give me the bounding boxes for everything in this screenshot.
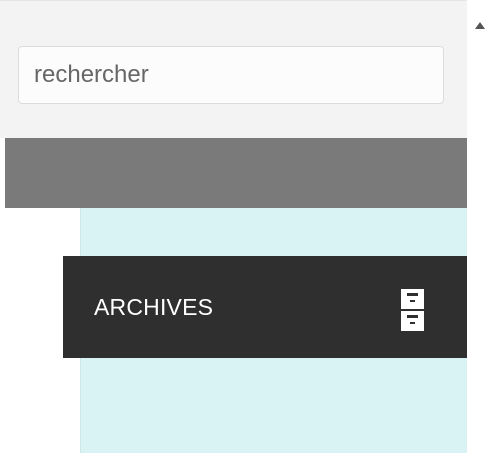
header-bar [5, 138, 467, 208]
archive-cabinet-icon [400, 288, 425, 332]
scrollbar[interactable] [467, 0, 495, 453]
page-viewport: ARCHIVES [0, 0, 495, 453]
scroll-up-arrow-icon[interactable] [475, 22, 485, 29]
archives-label: ARCHIVES [94, 294, 214, 320]
search-panel [0, 1, 467, 138]
search-input[interactable] [18, 46, 444, 104]
archives-button[interactable]: ARCHIVES [63, 256, 467, 358]
